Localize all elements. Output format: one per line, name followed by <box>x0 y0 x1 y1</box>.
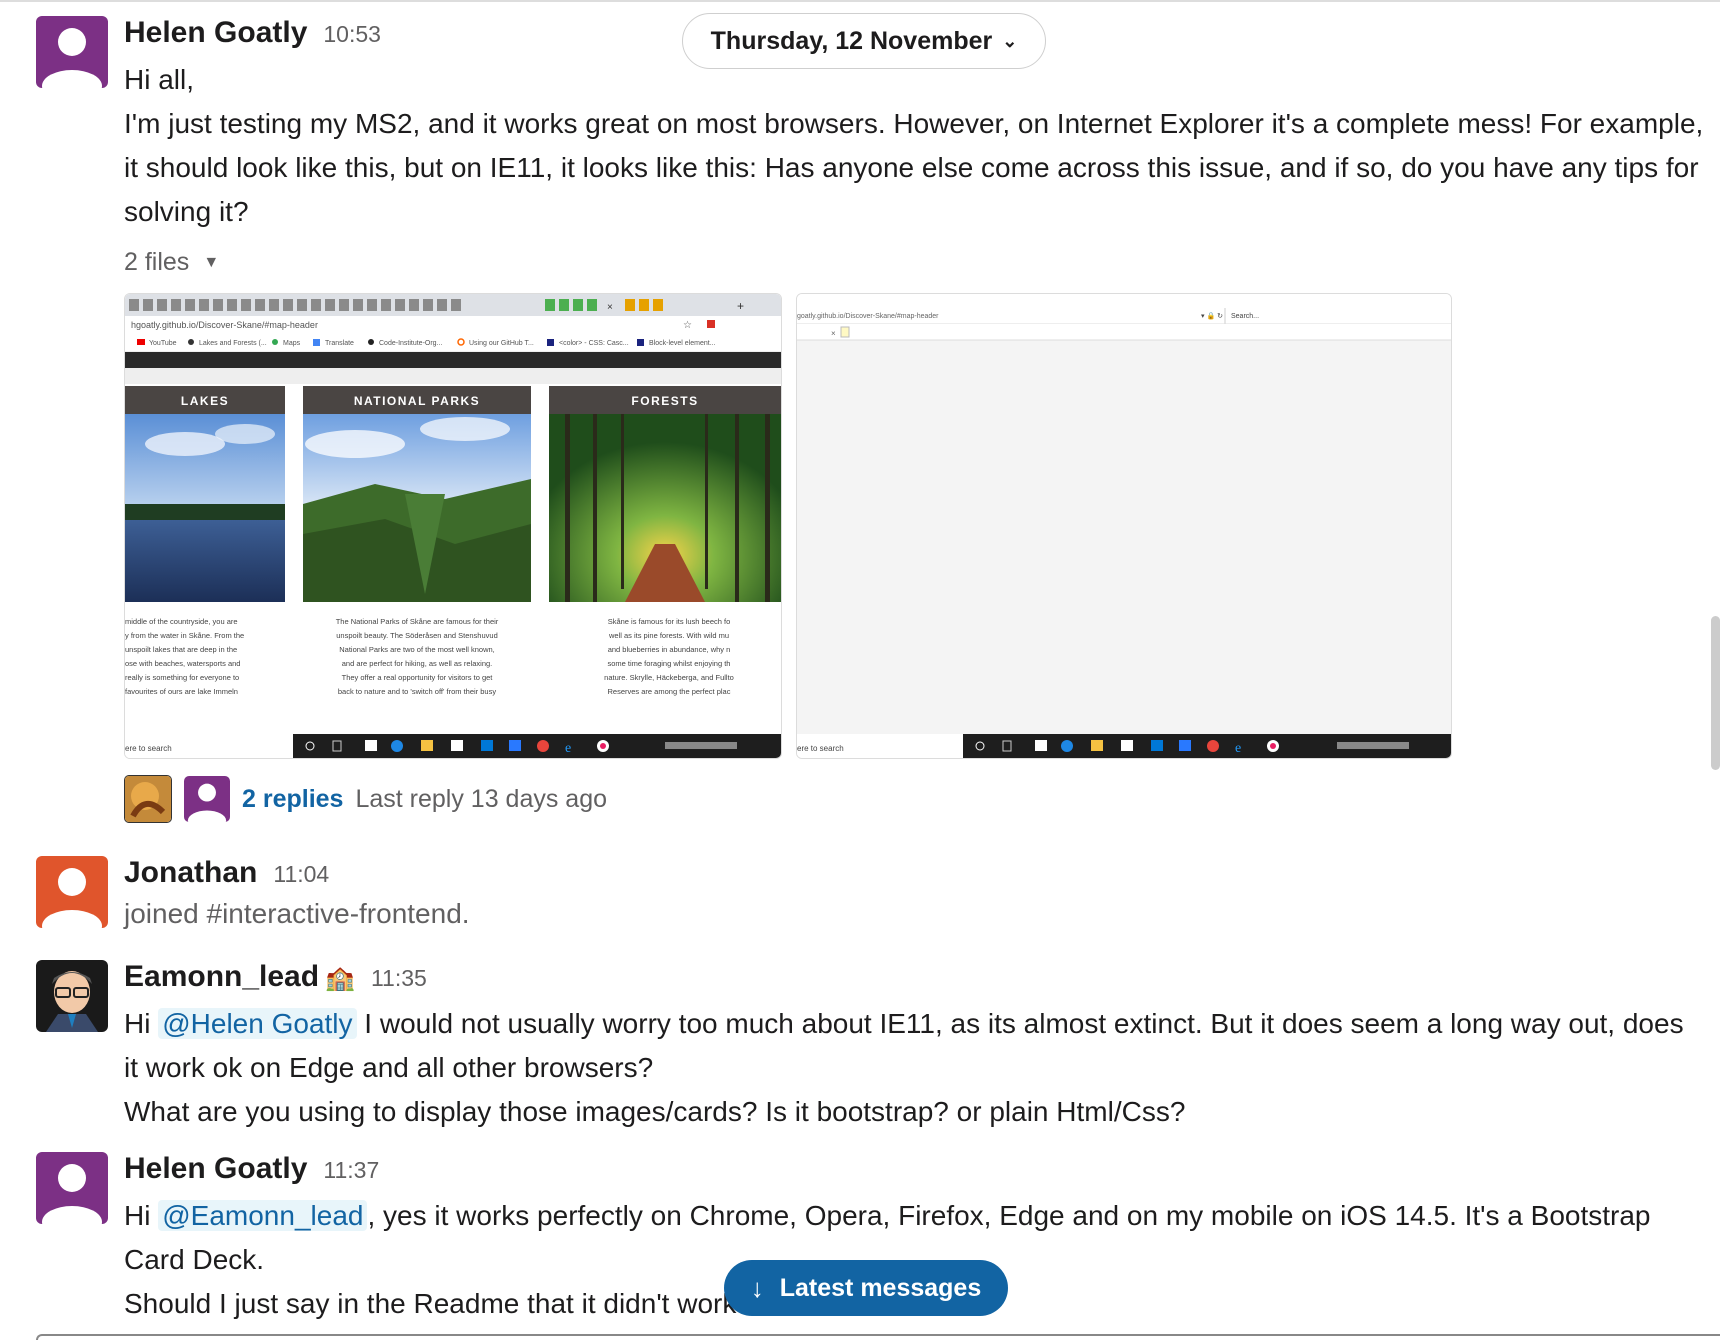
svg-text:ere to search: ere to search <box>125 744 172 753</box>
svg-text:LAKES: LAKES <box>181 394 229 408</box>
message-text: I would not usually worry too much about… <box>124 1008 1684 1083</box>
join-notice: joined #interactive-frontend. <box>124 898 470 929</box>
attachments: + × hgoatly.github.io/Discover-Skane/#ma… <box>124 293 1704 759</box>
avatar[interactable] <box>36 856 108 928</box>
svg-text:Using our GitHub T...: Using our GitHub T... <box>469 340 534 347</box>
caret-down-icon: ▼ <box>203 253 220 271</box>
ie-screenshot: goatly.github.io/Discover-Skane/#map-hea… <box>797 294 1451 758</box>
timestamp[interactable]: 11:04 <box>273 861 329 888</box>
reply-avatar <box>184 776 230 822</box>
author-name[interactable]: Helen Goatly <box>124 16 307 50</box>
svg-text:+: + <box>737 299 744 313</box>
svg-text:hgoatly.github.io/Discover-Ska: hgoatly.github.io/Discover-Skane/#map-he… <box>131 320 318 330</box>
svg-text:The National Parks of Skåne ar: The National Parks of Skåne are famous f… <box>336 617 499 626</box>
avatar[interactable] <box>36 960 108 1032</box>
file-thumbnail-1[interactable]: + × hgoatly.github.io/Discover-Skane/#ma… <box>124 293 782 759</box>
svg-text:nature. Skrylle, Häckeberga, a: nature. Skrylle, Häckeberga, and Fullto <box>604 673 734 682</box>
svg-text:middle of the countryside, you: middle of the countryside, you are <box>125 617 238 626</box>
avatar[interactable] <box>36 16 108 88</box>
date-label: Thursday, 12 November <box>710 26 993 55</box>
svg-text:FORESTS: FORESTS <box>631 394 698 408</box>
thread-replies[interactable]: 2 replies Last reply 13 days ago <box>124 775 1704 823</box>
author-name[interactable]: Eamonn_lead <box>124 960 319 994</box>
message-body: Hi @Helen Goatly I would not usually wor… <box>124 1002 1704 1134</box>
svg-text:They offer a real opportunity: They offer a real opportunity for visito… <box>342 673 494 682</box>
svg-text:really is something for everyo: really is something for everyone to <box>125 673 239 682</box>
chrome-screenshot: + × hgoatly.github.io/Discover-Skane/#ma… <box>125 294 781 758</box>
svg-text:Block-level element...: Block-level element... <box>649 340 716 347</box>
svg-text:e: e <box>565 741 571 756</box>
timestamp[interactable]: 11:37 <box>323 1157 379 1184</box>
replies-link[interactable]: 2 replies <box>242 785 343 814</box>
svg-text:well as its pine forests. With: well as its pine forests. With wild mu <box>608 631 729 640</box>
svg-text:unspoilt lakes that are deep i: unspoilt lakes that are deep in the <box>125 645 237 654</box>
composer-edge <box>36 1334 1720 1340</box>
files-toggle[interactable]: 2 files ▼ <box>124 248 1704 277</box>
author-name[interactable]: Jonathan <box>124 856 257 890</box>
top-divider <box>0 0 1720 2</box>
svg-text:Lakes and Forests (...: Lakes and Forests (... <box>199 340 267 347</box>
svg-text:Maps: Maps <box>283 340 301 347</box>
svg-text:×: × <box>607 302 613 313</box>
svg-text:some time foraging whilst enjo: some time foraging whilst enjoying th <box>608 659 731 668</box>
svg-text:YouTube: YouTube <box>149 340 177 347</box>
mention-link[interactable]: @Helen Goatly <box>158 1008 357 1039</box>
latest-messages-label: Latest messages <box>779 1273 982 1302</box>
svg-text:☆: ☆ <box>683 320 692 331</box>
svg-text:goatly.github.io/Discover-Skan: goatly.github.io/Discover-Skane/#map-hea… <box>797 313 939 320</box>
message-body: Hi all, I'm just testing my MS2, and it … <box>124 58 1704 234</box>
svg-text:e: e <box>1235 741 1241 756</box>
date-divider-button[interactable]: Thursday, 12 November ⌄ <box>682 13 1046 69</box>
chevron-down-icon: ⌄ <box>1002 30 1018 51</box>
message-line: I'm just testing my MS2, and it works gr… <box>124 108 1704 227</box>
svg-text:back to nature and to 'switch: back to nature and to 'switch off' from … <box>338 687 496 696</box>
svg-text:▾ 🔒 ↻: ▾ 🔒 ↻ <box>1201 312 1223 320</box>
svg-text:Code-Institute-Org...: Code-Institute-Org... <box>379 340 442 347</box>
message-line: What are you using to display those imag… <box>124 1096 1186 1127</box>
file-thumbnail-2[interactable]: goatly.github.io/Discover-Skane/#map-hea… <box>796 293 1452 759</box>
message-text: Hi <box>124 1008 159 1039</box>
status-emoji-icon[interactable]: 🏫 <box>325 964 355 993</box>
message-text: Hi <box>124 1200 159 1231</box>
files-label: 2 files <box>124 248 190 276</box>
timestamp[interactable]: 10:53 <box>323 21 381 48</box>
svg-text:unspoilt beauty. The Söderåsen: unspoilt beauty. The Söderåsen and Stens… <box>336 631 498 640</box>
svg-text:Search...: Search... <box>1231 313 1259 320</box>
svg-text:Reserves are among the perfect: Reserves are among the perfect plac <box>608 687 731 696</box>
svg-text:NATIONAL PARKS: NATIONAL PARKS <box>354 394 480 408</box>
svg-text:×: × <box>831 329 836 338</box>
timestamp[interactable]: 11:35 <box>371 965 427 992</box>
svg-text:favourites of ours are lake Im: favourites of ours are lake Immeln <box>125 687 238 696</box>
svg-text:and are perfect for hiking, as: and are perfect for hiking, as well as r… <box>342 659 493 668</box>
svg-text:y from the water in Skåne. Fro: y from the water in Skåne. From the <box>125 631 244 640</box>
mention-link[interactable]: @Eamonn_lead <box>158 1200 368 1231</box>
svg-text:ere to search: ere to search <box>797 744 844 753</box>
author-name[interactable]: Helen Goatly <box>124 1152 307 1186</box>
scrollbar[interactable] <box>1711 616 1720 770</box>
svg-text:ose with beaches, watersports: ose with beaches, watersports and <box>125 659 240 668</box>
last-reply-text: Last reply 13 days ago <box>355 784 608 813</box>
svg-text:National Parks are two of the: National Parks are two of the most well … <box>339 645 495 654</box>
svg-text:Skåne is famous for its lush b: Skåne is famous for its lush beech fo <box>608 617 731 626</box>
svg-text:and blueberries in abundance,: and blueberries in abundance, why n <box>608 645 731 654</box>
arrow-down-icon: ↓ <box>750 1272 764 1303</box>
reply-avatar <box>124 775 172 823</box>
latest-messages-button[interactable]: ↓ Latest messages <box>724 1260 1008 1316</box>
svg-text:Translate: Translate <box>325 340 354 347</box>
avatar[interactable] <box>36 1152 108 1224</box>
svg-text:<color> - CSS: Casc...: <color> - CSS: Casc... <box>559 340 629 347</box>
